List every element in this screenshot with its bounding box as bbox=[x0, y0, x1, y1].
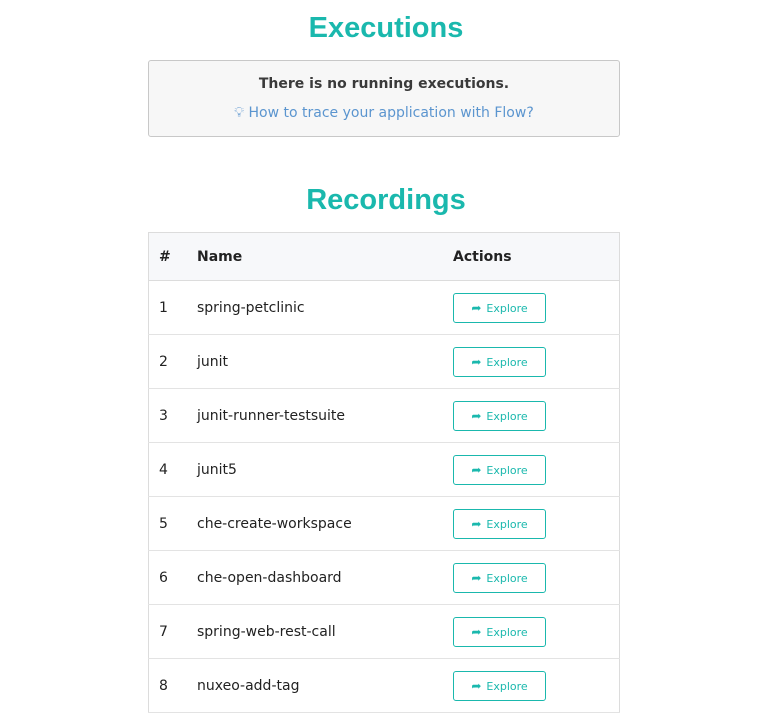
help-link[interactable]: 💡︎ How to trace your application with Fl… bbox=[234, 105, 534, 121]
share-arrow-icon: ➦ bbox=[471, 678, 482, 693]
recording-name: junit5 bbox=[196, 442, 452, 497]
row-number: 5 bbox=[148, 496, 196, 551]
executions-title: Executions bbox=[308, 12, 464, 44]
table-row: 8 nuxeo-add-tag ➦ Explore bbox=[148, 658, 620, 713]
recordings-title: Recordings bbox=[306, 184, 466, 216]
lightbulb-icon: 💡︎ bbox=[234, 105, 245, 121]
table-row: 6 che-open-dashboard ➦ Explore bbox=[148, 550, 620, 605]
explore-label: Explore bbox=[486, 517, 528, 531]
column-header-number: # bbox=[148, 232, 196, 281]
explore-button[interactable]: ➦ Explore bbox=[453, 292, 546, 323]
explore-label: Explore bbox=[486, 355, 528, 369]
row-number: 6 bbox=[148, 550, 196, 605]
explore-button[interactable]: ➦ Explore bbox=[453, 562, 546, 593]
column-header-actions: Actions bbox=[452, 232, 620, 281]
explore-label: Explore bbox=[486, 679, 528, 693]
recording-name: junit bbox=[196, 334, 452, 389]
explore-label: Explore bbox=[486, 409, 528, 423]
explore-button[interactable]: ➦ Explore bbox=[453, 616, 546, 647]
recording-name: nuxeo-add-tag bbox=[196, 658, 452, 713]
row-number: 2 bbox=[148, 334, 196, 389]
column-header-name: Name bbox=[196, 232, 452, 281]
explore-button[interactable]: ➦ Explore bbox=[453, 508, 546, 539]
share-arrow-icon: ➦ bbox=[471, 462, 482, 477]
help-link-text: How to trace your application with Flow? bbox=[248, 105, 534, 121]
explore-label: Explore bbox=[486, 463, 528, 477]
row-number: 4 bbox=[148, 442, 196, 497]
explore-label: Explore bbox=[486, 625, 528, 639]
explore-button[interactable]: ➦ Explore bbox=[453, 670, 546, 701]
table-row: 7 spring-web-rest-call ➦ Explore bbox=[148, 604, 620, 659]
table-header: # Name Actions bbox=[148, 232, 620, 281]
no-executions-message: There is no running executions. bbox=[258, 76, 510, 92]
executions-panel: There is no running executions. 💡︎ How t… bbox=[148, 60, 620, 137]
share-arrow-icon: ➦ bbox=[471, 516, 482, 531]
row-number: 7 bbox=[148, 604, 196, 659]
explore-button[interactable]: ➦ Explore bbox=[453, 346, 546, 377]
explore-button[interactable]: ➦ Explore bbox=[453, 400, 546, 431]
share-arrow-icon: ➦ bbox=[471, 624, 482, 639]
share-arrow-icon: ➦ bbox=[471, 300, 482, 315]
recordings-table: # Name Actions 1 spring-petclinic ➦ Explo… bbox=[148, 232, 620, 713]
table-row: 5 che-create-workspace ➦ Explore bbox=[148, 496, 620, 551]
recording-name: spring-petclinic bbox=[196, 280, 452, 335]
table-row: 3 junit-runner-testsuite ➦ Explore bbox=[148, 388, 620, 443]
recording-name: spring-web-rest-call bbox=[196, 604, 452, 659]
explore-label: Explore bbox=[486, 301, 528, 315]
recording-name: che-create-workspace bbox=[196, 496, 452, 551]
table-row: 4 junit5 ➦ Explore bbox=[148, 442, 620, 497]
recording-name: che-open-dashboard bbox=[196, 550, 452, 605]
row-number: 8 bbox=[148, 658, 196, 713]
table-row: 1 spring-petclinic ➦ Explore bbox=[148, 280, 620, 335]
share-arrow-icon: ➦ bbox=[471, 354, 482, 369]
explore-label: Explore bbox=[486, 571, 528, 585]
share-arrow-icon: ➦ bbox=[471, 408, 482, 423]
row-number: 1 bbox=[148, 280, 196, 335]
row-number: 3 bbox=[148, 388, 196, 443]
recording-name: junit-runner-testsuite bbox=[196, 388, 452, 443]
share-arrow-icon: ➦ bbox=[471, 570, 482, 585]
table-row: 2 junit ➦ Explore bbox=[148, 334, 620, 389]
explore-button[interactable]: ➦ Explore bbox=[453, 454, 546, 485]
